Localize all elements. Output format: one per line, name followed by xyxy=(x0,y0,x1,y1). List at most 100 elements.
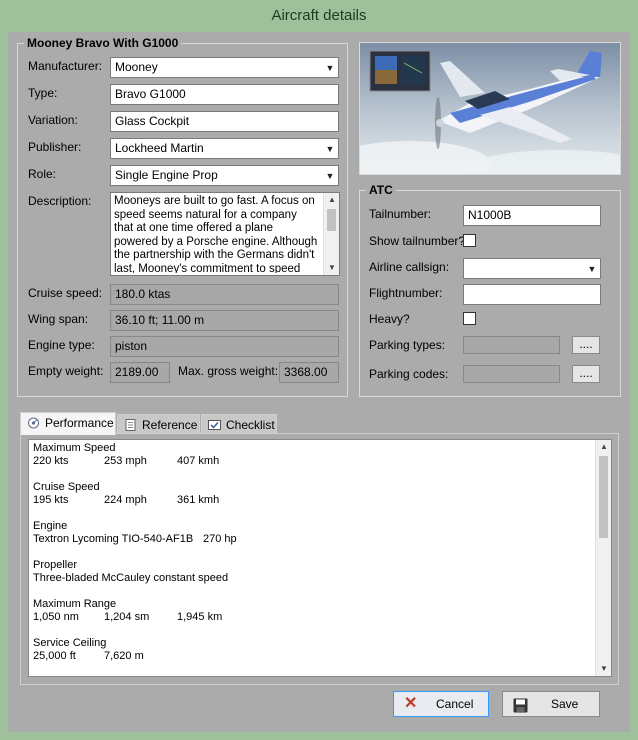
perf-value: 195 kts xyxy=(33,494,69,506)
perf-value: 25,000 ft xyxy=(33,650,76,662)
dialog-client-area: Mooney Bravo With G1000 Manufacturer: Mo… xyxy=(8,32,630,732)
type-field[interactable]: Bravo G1000 xyxy=(110,84,339,105)
performance-scrollbar[interactable]: ▲ ▼ xyxy=(595,440,611,676)
perf-value: 1,204 sm xyxy=(104,611,150,623)
scroll-thumb[interactable] xyxy=(599,456,608,538)
cruise-speed-field: 180.0 ktas xyxy=(110,284,339,305)
perf-cruise-speed-title: Cruise Speed xyxy=(33,481,100,493)
flightnumber-field[interactable] xyxy=(463,284,601,305)
airline-callsign-select[interactable]: ▼ xyxy=(463,258,601,279)
description-scrollbar[interactable]: ▲ ▼ xyxy=(323,193,339,275)
tailnumber-field[interactable]: N1000B xyxy=(463,205,601,226)
description-text: Mooneys are built to go fast. A focus on… xyxy=(114,195,318,273)
close-icon: ✕ xyxy=(404,695,418,712)
window-title: Aircraft details xyxy=(271,7,367,24)
save-button-label: Save xyxy=(551,697,579,711)
cruise-speed-label: Cruise speed: xyxy=(28,286,103,300)
parking-codes-browse-button[interactable]: .... xyxy=(572,365,600,383)
show-tailnumber-checkbox[interactable] xyxy=(463,234,476,247)
max-gross-weight-label: Max. gross weight: xyxy=(178,364,279,378)
checklist-icon xyxy=(208,419,221,431)
role-value: Single Engine Prop xyxy=(115,168,218,182)
performance-tab-panel: Maximum Speed 220 kts 253 mph 407 kmh Crui… xyxy=(20,433,619,685)
scroll-up-icon[interactable]: ▲ xyxy=(596,440,611,454)
parking-types-label: Parking types: xyxy=(369,338,446,352)
publisher-label: Publisher: xyxy=(28,140,82,154)
perf-engine-title: Engine xyxy=(33,520,68,532)
heavy-label: Heavy? xyxy=(369,312,410,326)
performance-icon xyxy=(27,417,40,429)
tailnumber-label: Tailnumber: xyxy=(369,207,432,221)
atc-group: ATC Tailnumber: N1000B Show tailnumber? … xyxy=(359,183,621,397)
chevron-down-icon: ▼ xyxy=(587,264,597,274)
tab-performance[interactable]: Performance xyxy=(20,412,116,435)
performance-textbox[interactable]: Maximum Speed 220 kts 253 mph 407 kmh Crui… xyxy=(28,439,612,677)
perf-ceiling: Service Ceiling 25,000 ft 7,620 m xyxy=(33,637,588,663)
perf-engine: Engine Textron Lycoming TIO-540-AF1B 270 … xyxy=(33,520,588,546)
manufacturer-select[interactable]: Mooney ▼ xyxy=(110,57,339,78)
type-label: Type: xyxy=(28,86,58,100)
parking-types-field xyxy=(463,336,560,354)
cancel-button-label: Cancel xyxy=(436,697,474,711)
performance-content: Maximum Speed 220 kts 253 mph 407 kmh Crui… xyxy=(33,442,588,676)
variation-field[interactable]: Glass Cockpit xyxy=(110,111,339,132)
scroll-down-icon[interactable]: ▼ xyxy=(324,261,340,275)
publisher-select[interactable]: Lockheed Martin ▼ xyxy=(110,138,339,159)
parking-types-browse-button[interactable]: .... xyxy=(572,336,600,354)
perf-value: Textron Lycoming TIO-540-AF1B xyxy=(33,533,194,545)
perf-max-range-title: Maximum Range xyxy=(33,598,117,610)
save-button[interactable]: Save xyxy=(502,691,600,717)
role-label: Role: xyxy=(28,167,57,181)
perf-value: 1,945 km xyxy=(177,611,223,623)
parking-codes-field xyxy=(463,365,560,383)
description-label: Description: xyxy=(28,194,92,208)
perf-cruise-speed: Cruise Speed 195 kts 224 mph 361 kmh xyxy=(33,481,588,507)
perf-value: 1,050 nm xyxy=(33,611,79,623)
heavy-checkbox[interactable] xyxy=(463,312,476,325)
parking-codes-label: Parking codes: xyxy=(369,367,449,381)
save-icon xyxy=(513,697,528,721)
perf-value: 253 mph xyxy=(104,455,147,467)
aircraft-image xyxy=(359,42,621,175)
perf-max-speed: Maximum Speed 220 kts 253 mph 407 kmh xyxy=(33,442,588,468)
scroll-down-icon[interactable]: ▼ xyxy=(596,662,611,676)
perf-value: Three-bladed McCauley constant speed xyxy=(33,572,229,584)
aircraft-illustration xyxy=(360,43,620,174)
perf-max-range: Maximum Range 1,050 nm 1,204 sm 1,945 km xyxy=(33,598,588,624)
description-textarea[interactable]: Mooneys are built to go fast. A focus on… xyxy=(110,192,340,276)
perf-value: 270 hp xyxy=(203,533,237,545)
perf-value: 361 kmh xyxy=(177,494,220,506)
perf-value: 7,620 m xyxy=(104,650,144,662)
empty-weight-field: 2189.00 xyxy=(110,362,170,383)
tab-checklist[interactable]: Checklist xyxy=(201,414,277,434)
role-select[interactable]: Single Engine Prop ▼ xyxy=(110,165,339,186)
perf-propeller: Propeller Three-bladed McCauley constant… xyxy=(33,559,588,585)
chevron-down-icon: ▼ xyxy=(325,171,335,181)
perf-value: 220 kts xyxy=(33,455,69,467)
aircraft-group-title: Mooney Bravo With G1000 xyxy=(24,36,182,50)
perf-value: 224 mph xyxy=(104,494,147,506)
chevron-down-icon: ▼ xyxy=(325,144,335,154)
perf-max-speed-title: Maximum Speed xyxy=(33,442,116,454)
document-icon xyxy=(124,419,137,431)
max-gross-weight-field: 3368.00 xyxy=(279,362,339,383)
tab-checklist-label: Checklist xyxy=(226,418,275,432)
engine-type-field: piston xyxy=(110,336,339,357)
empty-weight-label: Empty weight: xyxy=(28,364,104,378)
manufacturer-label: Manufacturer: xyxy=(28,59,103,73)
flightnumber-label: Flightnumber: xyxy=(369,286,443,300)
tab-performance-label: Performance xyxy=(45,416,114,430)
tab-reference[interactable]: Reference xyxy=(117,414,200,434)
engine-type-label: Engine type: xyxy=(28,338,95,352)
perf-propeller-title: Propeller xyxy=(33,559,78,571)
perf-value: 407 kmh xyxy=(177,455,220,467)
scroll-thumb[interactable] xyxy=(327,209,336,231)
perf-ceiling-title: Service Ceiling xyxy=(33,637,107,649)
atc-group-title: ATC xyxy=(366,183,396,197)
show-tailnumber-label: Show tailnumber? xyxy=(369,234,466,248)
cancel-button[interactable]: ✕ Cancel xyxy=(393,691,489,717)
manufacturer-value: Mooney xyxy=(115,60,158,74)
wing-span-label: Wing span: xyxy=(28,312,89,326)
scroll-up-icon[interactable]: ▲ xyxy=(324,193,340,207)
airline-callsign-label: Airline callsign: xyxy=(369,260,450,274)
